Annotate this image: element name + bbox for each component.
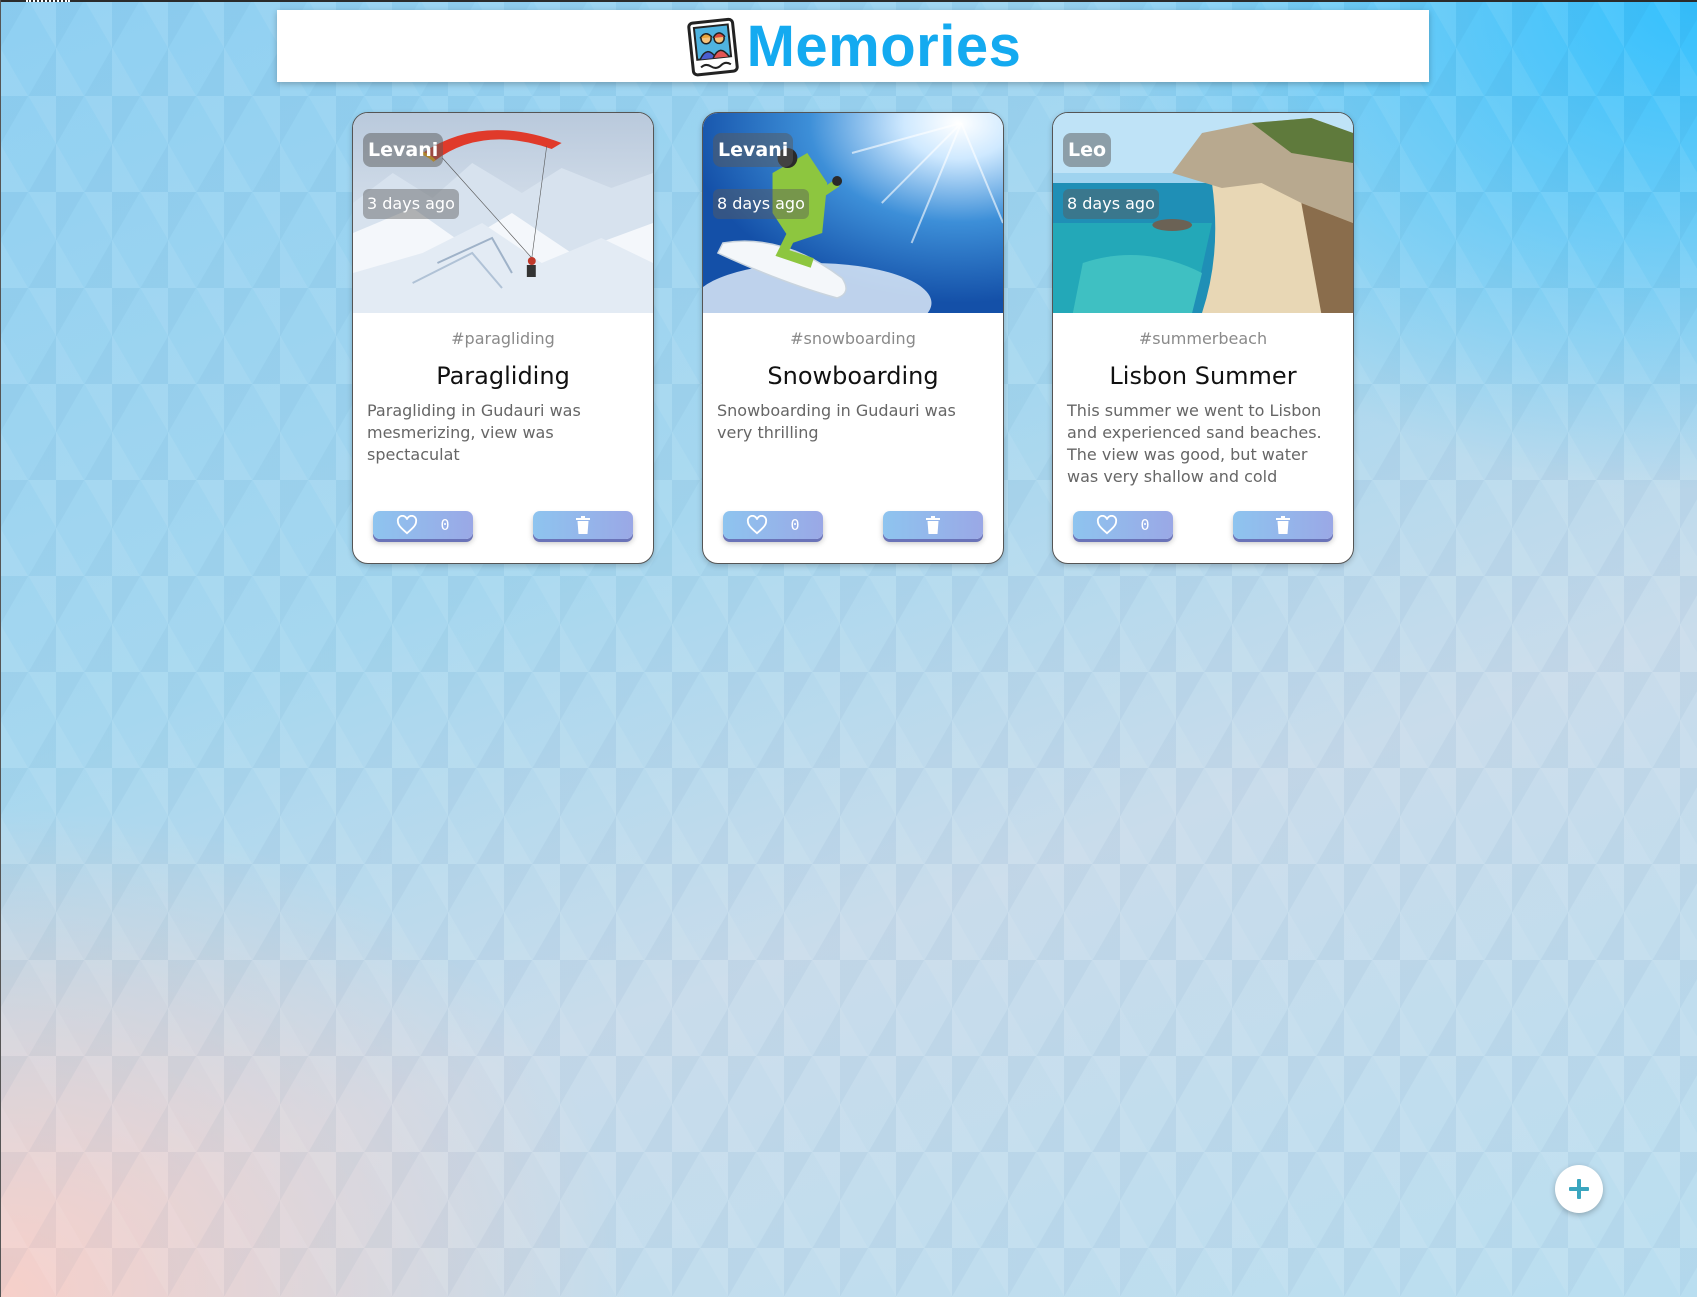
photo-memories-icon (685, 16, 743, 78)
plus-icon (1569, 1179, 1589, 1199)
post-title: Snowboarding (767, 362, 939, 390)
post-image: Levani 8 days ago (703, 113, 1003, 313)
post-card: Levani 8 days ago #snowboarding Snowboar… (702, 112, 1004, 564)
post-message: This summer we went to Lisbon and experi… (1067, 401, 1322, 486)
like-count: 0 (790, 516, 800, 534)
like-button[interactable]: 0 (723, 511, 823, 539)
delete-button[interactable] (883, 511, 983, 539)
add-memory-button[interactable] (1555, 1165, 1603, 1213)
heart-outline-icon (397, 515, 418, 535)
trash-icon (926, 516, 940, 534)
window-drag-handle[interactable] (26, 0, 70, 2)
post-title: Lisbon Summer (1109, 362, 1297, 390)
heart-outline-icon (747, 515, 768, 535)
like-button[interactable]: 0 (1073, 511, 1173, 539)
post-creator: Levani (713, 133, 794, 167)
post-creator: Levani (363, 133, 444, 167)
like-count: 0 (440, 516, 450, 534)
post-title: Paragliding (436, 362, 570, 390)
like-button[interactable]: 0 (373, 511, 473, 539)
app-header: Memories (277, 10, 1429, 82)
window-top-border (0, 0, 1697, 2)
post-tags: #snowboarding (790, 329, 916, 348)
window-left-border (0, 0, 1, 1297)
app-title: Memories (746, 14, 1022, 79)
delete-button[interactable] (1233, 511, 1333, 539)
post-timestamp: 3 days ago (363, 189, 459, 219)
post-message: Snowboarding in Gudauri was very thrilli… (717, 401, 956, 442)
post-card: Leo 8 days ago #summerbeach Lisbon Summe… (1052, 112, 1354, 564)
post-tags: #summerbeach (1138, 329, 1268, 348)
post-card: Levani 3 days ago #paragliding Paraglidi… (352, 112, 654, 564)
delete-button[interactable] (533, 511, 633, 539)
post-timestamp: 8 days ago (713, 189, 809, 219)
post-creator: Leo (1063, 133, 1112, 167)
post-message: Paragliding in Gudauri was mesmerizing, … (367, 401, 581, 464)
post-image: Levani 3 days ago (353, 113, 653, 313)
post-tags: #paragliding (451, 329, 555, 348)
heart-outline-icon (1097, 515, 1118, 535)
post-timestamp: 8 days ago (1063, 189, 1159, 219)
trash-icon (576, 516, 590, 534)
trash-icon (1276, 516, 1290, 534)
post-image: Leo 8 days ago (1053, 113, 1353, 313)
like-count: 0 (1140, 516, 1150, 534)
